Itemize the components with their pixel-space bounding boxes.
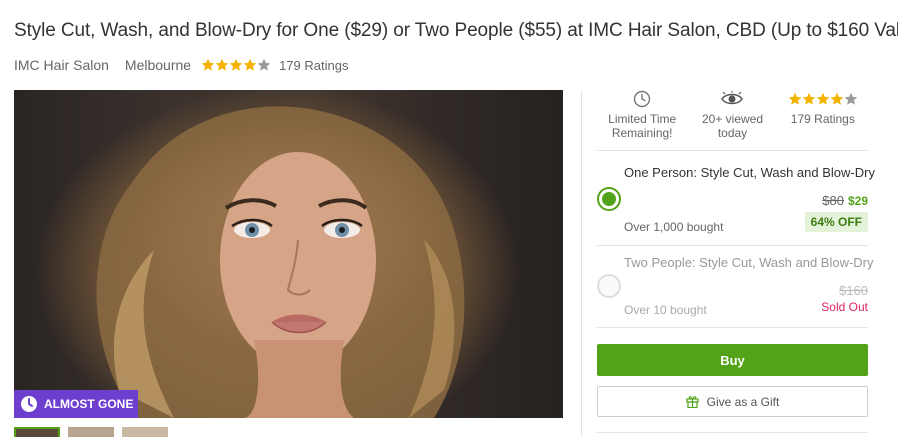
star-filled-icon [201, 58, 215, 71]
deal-title: Style Cut, Wash, and Blow-Dry for One ($… [14, 20, 898, 41]
thumbnail-strip [14, 427, 176, 437]
bought-count: Over 1,000 bought [624, 220, 724, 234]
almost-gone-badge: ALMOST GONE [14, 390, 138, 418]
sale-price: $29 [847, 194, 868, 208]
thumbnail-3[interactable] [122, 427, 168, 437]
star-rating-icon [788, 90, 858, 108]
options-divider [597, 245, 868, 246]
thumbnail-1[interactable] [14, 427, 60, 437]
portrait-illustration [96, 106, 465, 418]
buy-button[interactable]: Buy [597, 344, 868, 376]
option-prices: $80 $29 [822, 193, 868, 208]
thumbnail-2[interactable] [68, 427, 114, 437]
sold-out-label: Sold Out [821, 300, 868, 314]
star-empty-icon [844, 92, 858, 105]
highlight-ratings-label: 179 Ratings [790, 112, 855, 126]
deal-highlights: Limited Time Remaining! 20+ viewed today… [597, 90, 868, 150]
option-title: One Person: Style Cut, Wash and Blow-Dry [624, 165, 875, 180]
give-as-gift-button[interactable]: Give as a Gift [597, 386, 868, 417]
eye-icon [721, 91, 744, 105]
deal-hero-image[interactable] [14, 90, 563, 418]
highlights-divider [597, 150, 868, 151]
bought-count: Over 10 bought [624, 303, 707, 317]
option-two-people: Two People: Style Cut, Wash and Blow-Dry… [597, 250, 874, 322]
rating-count[interactable]: 179 Ratings [279, 58, 348, 73]
badge-label: ALMOST GONE [44, 397, 134, 411]
options-bottom-divider [597, 327, 868, 328]
sidebar-bottom-divider [597, 432, 868, 433]
option-prices: $160 [839, 283, 868, 298]
star-filled-icon [830, 92, 844, 105]
sidebar-divider [581, 90, 582, 437]
highlight-line1: Limited Time [608, 112, 677, 126]
star-filled-icon [816, 92, 830, 105]
original-price: $80 [822, 193, 844, 208]
option-radio[interactable] [597, 187, 621, 211]
clock-icon [21, 396, 37, 412]
original-price: $160 [839, 283, 868, 298]
deal-meta: IMC Hair Salon Melbourne 179 Ratings [14, 57, 348, 73]
clock-icon [633, 90, 651, 108]
highlight-ratings[interactable]: 179 Ratings [778, 90, 868, 150]
gift-icon [686, 396, 699, 408]
star-empty-icon [257, 58, 271, 71]
merchant-name[interactable]: IMC Hair Salon [14, 57, 109, 73]
star-filled-icon [243, 58, 257, 71]
option-one-person[interactable]: One Person: Style Cut, Wash and Blow-Dry… [597, 160, 875, 242]
option-title: Two People: Style Cut, Wash and Blow-Dry [624, 255, 874, 270]
star-filled-icon [802, 92, 816, 105]
star-filled-icon [788, 92, 802, 105]
star-filled-icon [215, 58, 229, 71]
star-rating[interactable] [201, 58, 271, 72]
highlight-line1: 20+ viewed [701, 112, 764, 126]
highlight-limited-time: Limited Time Remaining! [597, 90, 687, 150]
highlight-line2: Remaining! [611, 126, 673, 140]
star-filled-icon [229, 58, 243, 71]
highlight-line2: today [717, 126, 748, 140]
highlight-viewed: 20+ viewed today [687, 90, 777, 150]
gift-label: Give as a Gift [706, 394, 780, 409]
option-radio-disabled [597, 274, 621, 298]
discount-badge: 64% OFF [804, 212, 868, 232]
location-label[interactable]: Melbourne [125, 57, 191, 73]
